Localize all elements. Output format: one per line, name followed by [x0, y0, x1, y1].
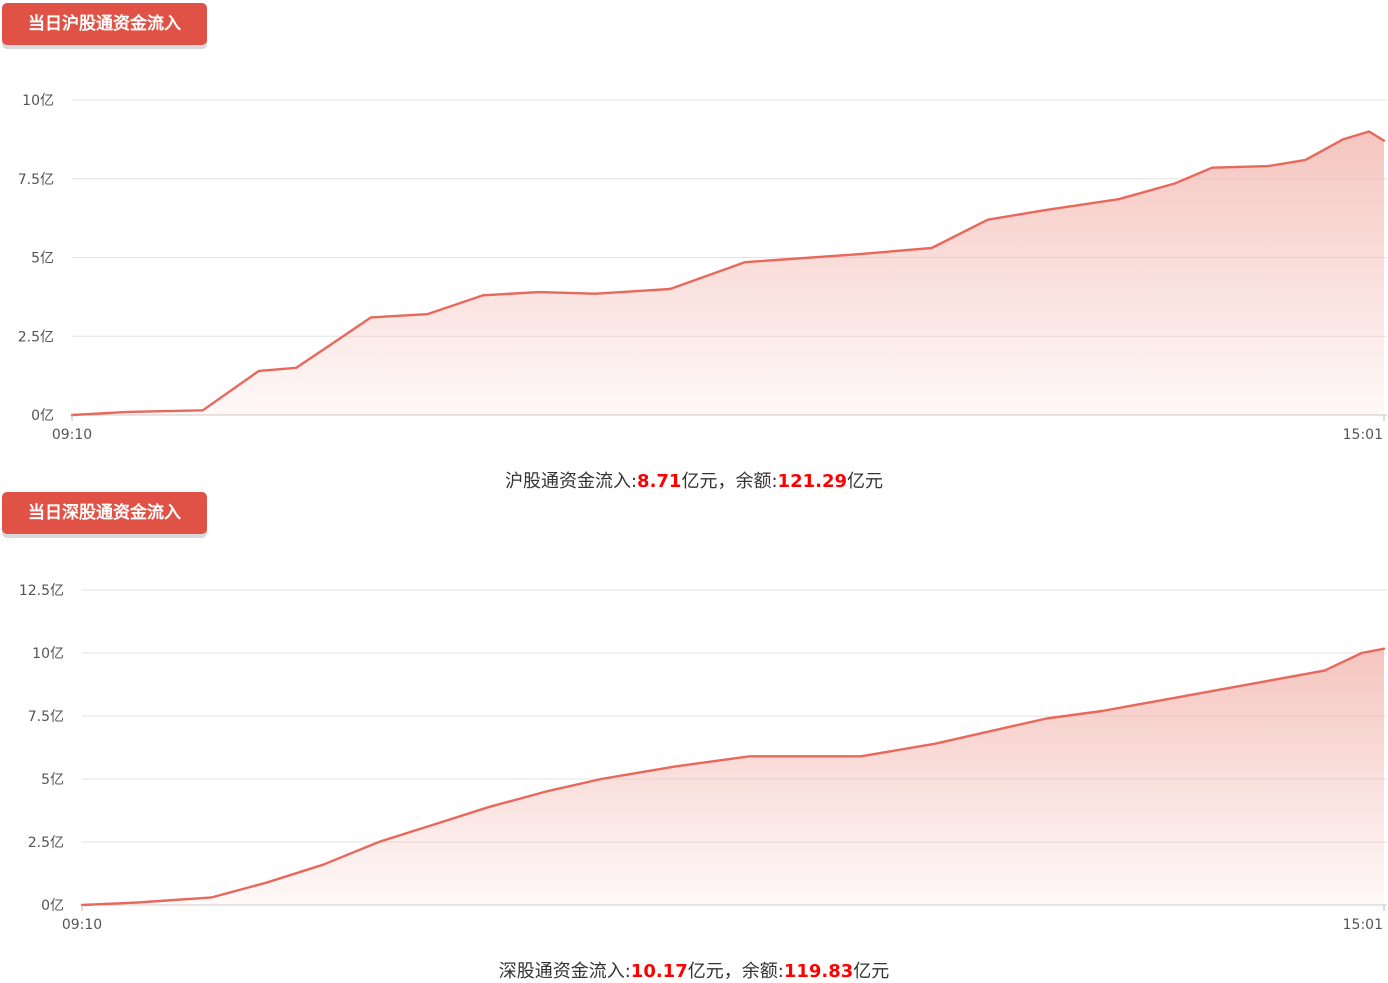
- balance-value: 119.83: [783, 961, 854, 982]
- x-tick-label: 15:01: [1343, 427, 1383, 443]
- summary-unit: 亿元，余额:: [681, 471, 778, 492]
- data-point: [1211, 167, 1213, 169]
- inflow-value: 10.17: [630, 961, 688, 982]
- data-point: [489, 806, 491, 808]
- data-point: [370, 316, 372, 318]
- x-tick-label: 09:10: [62, 917, 102, 933]
- data-point: [127, 411, 129, 413]
- data-point: [211, 896, 213, 898]
- y-tick-label: 12.5亿: [19, 583, 64, 599]
- data-point: [426, 313, 428, 315]
- data-point: [856, 253, 858, 255]
- data-point: [545, 791, 547, 793]
- inflow-value: 8.71: [637, 471, 682, 492]
- chart-sh: 0亿 2.5亿 5亿 7.5亿 10亿 09:10 15:01: [18, 93, 1387, 443]
- chart-panel-sh: 当日沪股通资金流入 0亿 2.5亿 5亿 7.5亿 10亿 09:10 15:01 沪股通资…: [0, 0, 1388, 492]
- data-point: [1118, 198, 1120, 200]
- data-point: [378, 841, 380, 843]
- chart-panel-sz: 当日深股通资金流入 0亿 2.5亿 5亿 7.5亿 10亿 12.5亿 09:10 15:01…: [0, 490, 1388, 983]
- data-point: [669, 288, 671, 290]
- data-point: [1361, 652, 1363, 654]
- data-point: [333, 342, 335, 344]
- data-point: [295, 367, 297, 369]
- chart-sz: 0亿 2.5亿 5亿 7.5亿 10亿 12.5亿 09:10 15:01: [19, 583, 1387, 933]
- data-point: [860, 755, 862, 757]
- data-point: [1101, 710, 1103, 712]
- data-point: [482, 294, 484, 296]
- y-tick-label: 7.5亿: [28, 709, 64, 725]
- data-point: [1043, 209, 1045, 211]
- summary-unit: 亿元: [847, 471, 884, 492]
- data-point: [1342, 138, 1344, 140]
- series-area: [82, 648, 1384, 905]
- y-tick-label: 0亿: [41, 898, 64, 914]
- data-point: [1174, 182, 1176, 184]
- y-tick-label: 10亿: [22, 93, 54, 109]
- balance-value: 121.29: [777, 471, 848, 492]
- data-point: [1157, 700, 1159, 702]
- data-point: [600, 778, 602, 780]
- x-tick-label: 15:01: [1343, 917, 1383, 933]
- data-point: [987, 219, 989, 221]
- data-point: [1383, 140, 1385, 142]
- data-point: [538, 291, 540, 293]
- data-point: [1045, 718, 1047, 720]
- data-point: [1368, 131, 1370, 133]
- data-point: [322, 864, 324, 866]
- data-point: [594, 293, 596, 295]
- data-point: [934, 743, 936, 745]
- y-tick-label: 7.5亿: [18, 172, 54, 188]
- data-point: [258, 370, 260, 372]
- summary-prefix: 沪股通资金流入:: [504, 471, 638, 492]
- summary-unit: 亿元: [853, 961, 890, 982]
- series-area: [72, 131, 1384, 415]
- y-tick-label: 5亿: [41, 772, 64, 788]
- x-tick-label: 09:10: [52, 427, 92, 443]
- data-point: [744, 261, 746, 263]
- data-point: [1324, 670, 1326, 672]
- y-tick-label: 10亿: [32, 646, 64, 662]
- data-point: [1268, 680, 1270, 682]
- data-point: [990, 730, 992, 732]
- data-point: [675, 765, 677, 767]
- data-point: [202, 409, 204, 411]
- y-tick-label: 2.5亿: [18, 329, 54, 345]
- data-point: [931, 247, 933, 249]
- data-point: [749, 755, 751, 757]
- data-point: [1383, 648, 1385, 650]
- summary-prefix: 深股通资金流入:: [498, 961, 631, 982]
- data-point: [433, 823, 435, 825]
- y-tick-label: 5亿: [31, 251, 54, 267]
- data-point: [1267, 165, 1269, 167]
- summary-sz: 深股通资金流入:10.17亿元，余额:119.83亿元: [0, 957, 1388, 983]
- data-point: [266, 881, 268, 883]
- data-point: [1212, 690, 1214, 692]
- data-point: [137, 901, 139, 903]
- y-tick-label: 0亿: [31, 408, 54, 424]
- summary-unit: 亿元，余额:: [687, 961, 784, 982]
- y-tick-label: 2.5亿: [28, 835, 64, 851]
- data-point: [1305, 159, 1307, 161]
